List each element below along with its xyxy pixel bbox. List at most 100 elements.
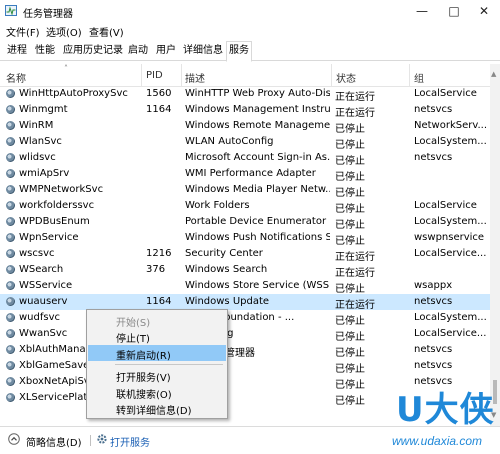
service-description: WLAN AutoConfig <box>185 136 274 147</box>
service-status: 正在运行 <box>335 108 375 119</box>
service-group: wswpnservice <box>414 232 485 243</box>
table-row-selected[interactable]: wuauserv 1164 Windows Update 正在运行 netsvcs <box>0 294 490 311</box>
table-row[interactable]: WinHttpAutoProxySvc 1560 WinHTTP Web Proxy… <box>0 86 490 103</box>
service-group: netsvcs <box>414 344 453 355</box>
service-name: WPDBusEnum <box>19 216 90 227</box>
tab-users[interactable]: 用户 <box>154 43 178 59</box>
service-icon <box>6 377 15 386</box>
service-icon <box>6 361 15 370</box>
maximize-button[interactable]: □ <box>439 2 469 20</box>
service-description: WinHTTP Web Proxy Auto-Dis... <box>185 88 330 99</box>
table-row[interactable]: XblAuthManager身份验证管理器已停止netsvcs <box>0 342 490 359</box>
service-status: 已停止 <box>335 316 365 327</box>
service-name: WSearch <box>19 264 64 275</box>
service-icon <box>6 105 15 114</box>
service-status: 正在运行 <box>335 252 375 263</box>
service-pid: 1216 <box>146 248 172 259</box>
table-row[interactable]: WSearch 376 Windows Search 正在运行 <box>0 262 490 279</box>
service-name: WSService <box>19 280 73 291</box>
tab-bar: 进程 性能 应用历史记录 启动 用户 详细信息 服务 <box>0 40 500 62</box>
service-group: LocalService <box>414 88 477 99</box>
service-icon <box>6 265 15 274</box>
table-row[interactable]: workfolderssvc Work Folders 已停止 LocalServic… <box>0 198 490 215</box>
table-row[interactable]: Winmgmt 1164 Windows Management Instru... 正… <box>0 102 490 119</box>
service-icon <box>6 153 15 162</box>
tab-details[interactable]: 详细信息 <box>181 43 225 59</box>
task-manager-icon <box>5 5 17 16</box>
menu-item-restart[interactable]: 重新启动(R) <box>88 345 226 362</box>
service-group: NetworkServ... <box>414 120 488 131</box>
menu-separator <box>115 364 223 365</box>
service-group: LocalService <box>414 200 477 211</box>
service-description: Windows Store Service (WSS... <box>185 280 330 291</box>
table-row[interactable]: WinRM Windows Remote Manageme... 已停止 Networ… <box>0 118 490 135</box>
column-group[interactable]: 组 <box>414 70 424 85</box>
open-services-link[interactable]: 打开服务 <box>110 434 150 449</box>
service-status: 正在运行 <box>335 268 375 279</box>
service-status: 已停止 <box>335 348 365 359</box>
table-row[interactable]: WSService Windows Store Service (WSS... 已停… <box>0 278 490 295</box>
service-status: 已停止 <box>335 220 365 231</box>
column-pid[interactable]: PID <box>146 70 163 81</box>
column-status[interactable]: 状态 <box>336 70 356 85</box>
service-description: Windows Update <box>185 296 270 307</box>
tab-services[interactable]: 服务 <box>226 41 252 62</box>
service-pid: 1560 <box>146 88 172 99</box>
menu-view[interactable]: 查看(V) <box>89 24 124 39</box>
service-pid: 1164 <box>146 104 172 115</box>
service-icon <box>6 345 15 354</box>
column-header: ˄ 名称 PID 描述 状态 组 <box>0 64 490 87</box>
service-status: 已停止 <box>335 236 365 247</box>
service-icon <box>6 329 15 338</box>
service-pid: 376 <box>146 264 166 275</box>
table-row[interactable]: wudfsvc Driver Foundation - ... 已停止 LocalSy… <box>0 310 490 327</box>
table-row[interactable]: WwanSvcutoConfig已停止LocalService... <box>0 326 490 343</box>
service-pid: 1164 <box>146 296 172 307</box>
table-row[interactable]: WPDBusEnum Portable Device Enumerator ...… <box>0 214 490 231</box>
table-row[interactable]: WlanSvc WLAN AutoConfig 已停止 LocalSystem... <box>0 134 490 151</box>
service-status: 已停止 <box>335 204 365 215</box>
service-icon <box>6 233 15 242</box>
close-button[interactable]: ✕ <box>469 2 499 20</box>
watermark-logo: U大侠 www.udaxia.com <box>392 382 500 453</box>
service-description: Microsoft Account Sign-in As... <box>185 152 330 163</box>
table-row[interactable]: wscsvc 1216 Security Center 正在运行 LocalServic… <box>0 246 490 263</box>
table-row[interactable]: wlidsvc Microsoft Account Sign-in As... 已停… <box>0 150 490 167</box>
scroll-up-icon[interactable]: ▲ <box>491 70 496 78</box>
table-row[interactable]: WpnService Windows Push Notifications S..… <box>0 230 490 247</box>
service-status: 已停止 <box>335 188 365 199</box>
service-status: 已停止 <box>335 284 365 295</box>
chevron-up-icon[interactable] <box>8 433 20 445</box>
menu-item-goto-details[interactable]: 转到详细信息(D) <box>88 400 226 417</box>
column-description[interactable]: 描述 <box>185 70 205 85</box>
service-name: wuauserv <box>19 296 68 307</box>
menu-file[interactable]: 文件(F) <box>6 24 40 39</box>
service-group: netsvcs <box>414 152 453 163</box>
minimize-button[interactable]: — <box>407 2 437 20</box>
menu-item-search-online[interactable]: 联机搜索(O) <box>88 384 226 401</box>
title-bar: 任务管理器 — □ ✕ <box>0 0 500 22</box>
tab-processes[interactable]: 进程 <box>5 43 29 59</box>
service-name: WlanSvc <box>19 136 62 147</box>
tab-app-history[interactable]: 应用历史记录 <box>61 43 125 59</box>
menu-item-open-services[interactable]: 打开服务(V) <box>88 367 226 384</box>
service-icon <box>6 297 15 306</box>
tab-startup[interactable]: 启动 <box>126 43 150 59</box>
vertical-scrollbar[interactable]: ▲ ▼ <box>490 64 500 426</box>
services-gear-icon <box>97 434 107 444</box>
table-row[interactable]: XblGameSave游戏保存已停止netsvcs <box>0 358 490 375</box>
column-name[interactable]: 名称 <box>6 70 26 85</box>
service-name: workfolderssvc <box>19 200 95 211</box>
menu-options[interactable]: 选项(O) <box>46 24 82 39</box>
footer-divider <box>90 435 91 446</box>
tab-performance[interactable]: 性能 <box>33 43 57 59</box>
service-group: LocalService... <box>414 328 487 339</box>
table-row[interactable]: WMPNetworkSvc Windows Media Player Netw..… <box>0 182 490 199</box>
menu-item-start[interactable]: 开始(S) <box>88 312 226 329</box>
table-row[interactable]: wmiApSrv WMI Performance Adapter 已停止 <box>0 166 490 183</box>
fewer-details-link[interactable]: 简略信息(D) <box>26 434 82 449</box>
service-status: 已停止 <box>335 364 365 375</box>
service-icon <box>6 281 15 290</box>
service-description: WMI Performance Adapter <box>185 168 316 179</box>
menu-item-stop[interactable]: 停止(T) <box>88 328 226 345</box>
